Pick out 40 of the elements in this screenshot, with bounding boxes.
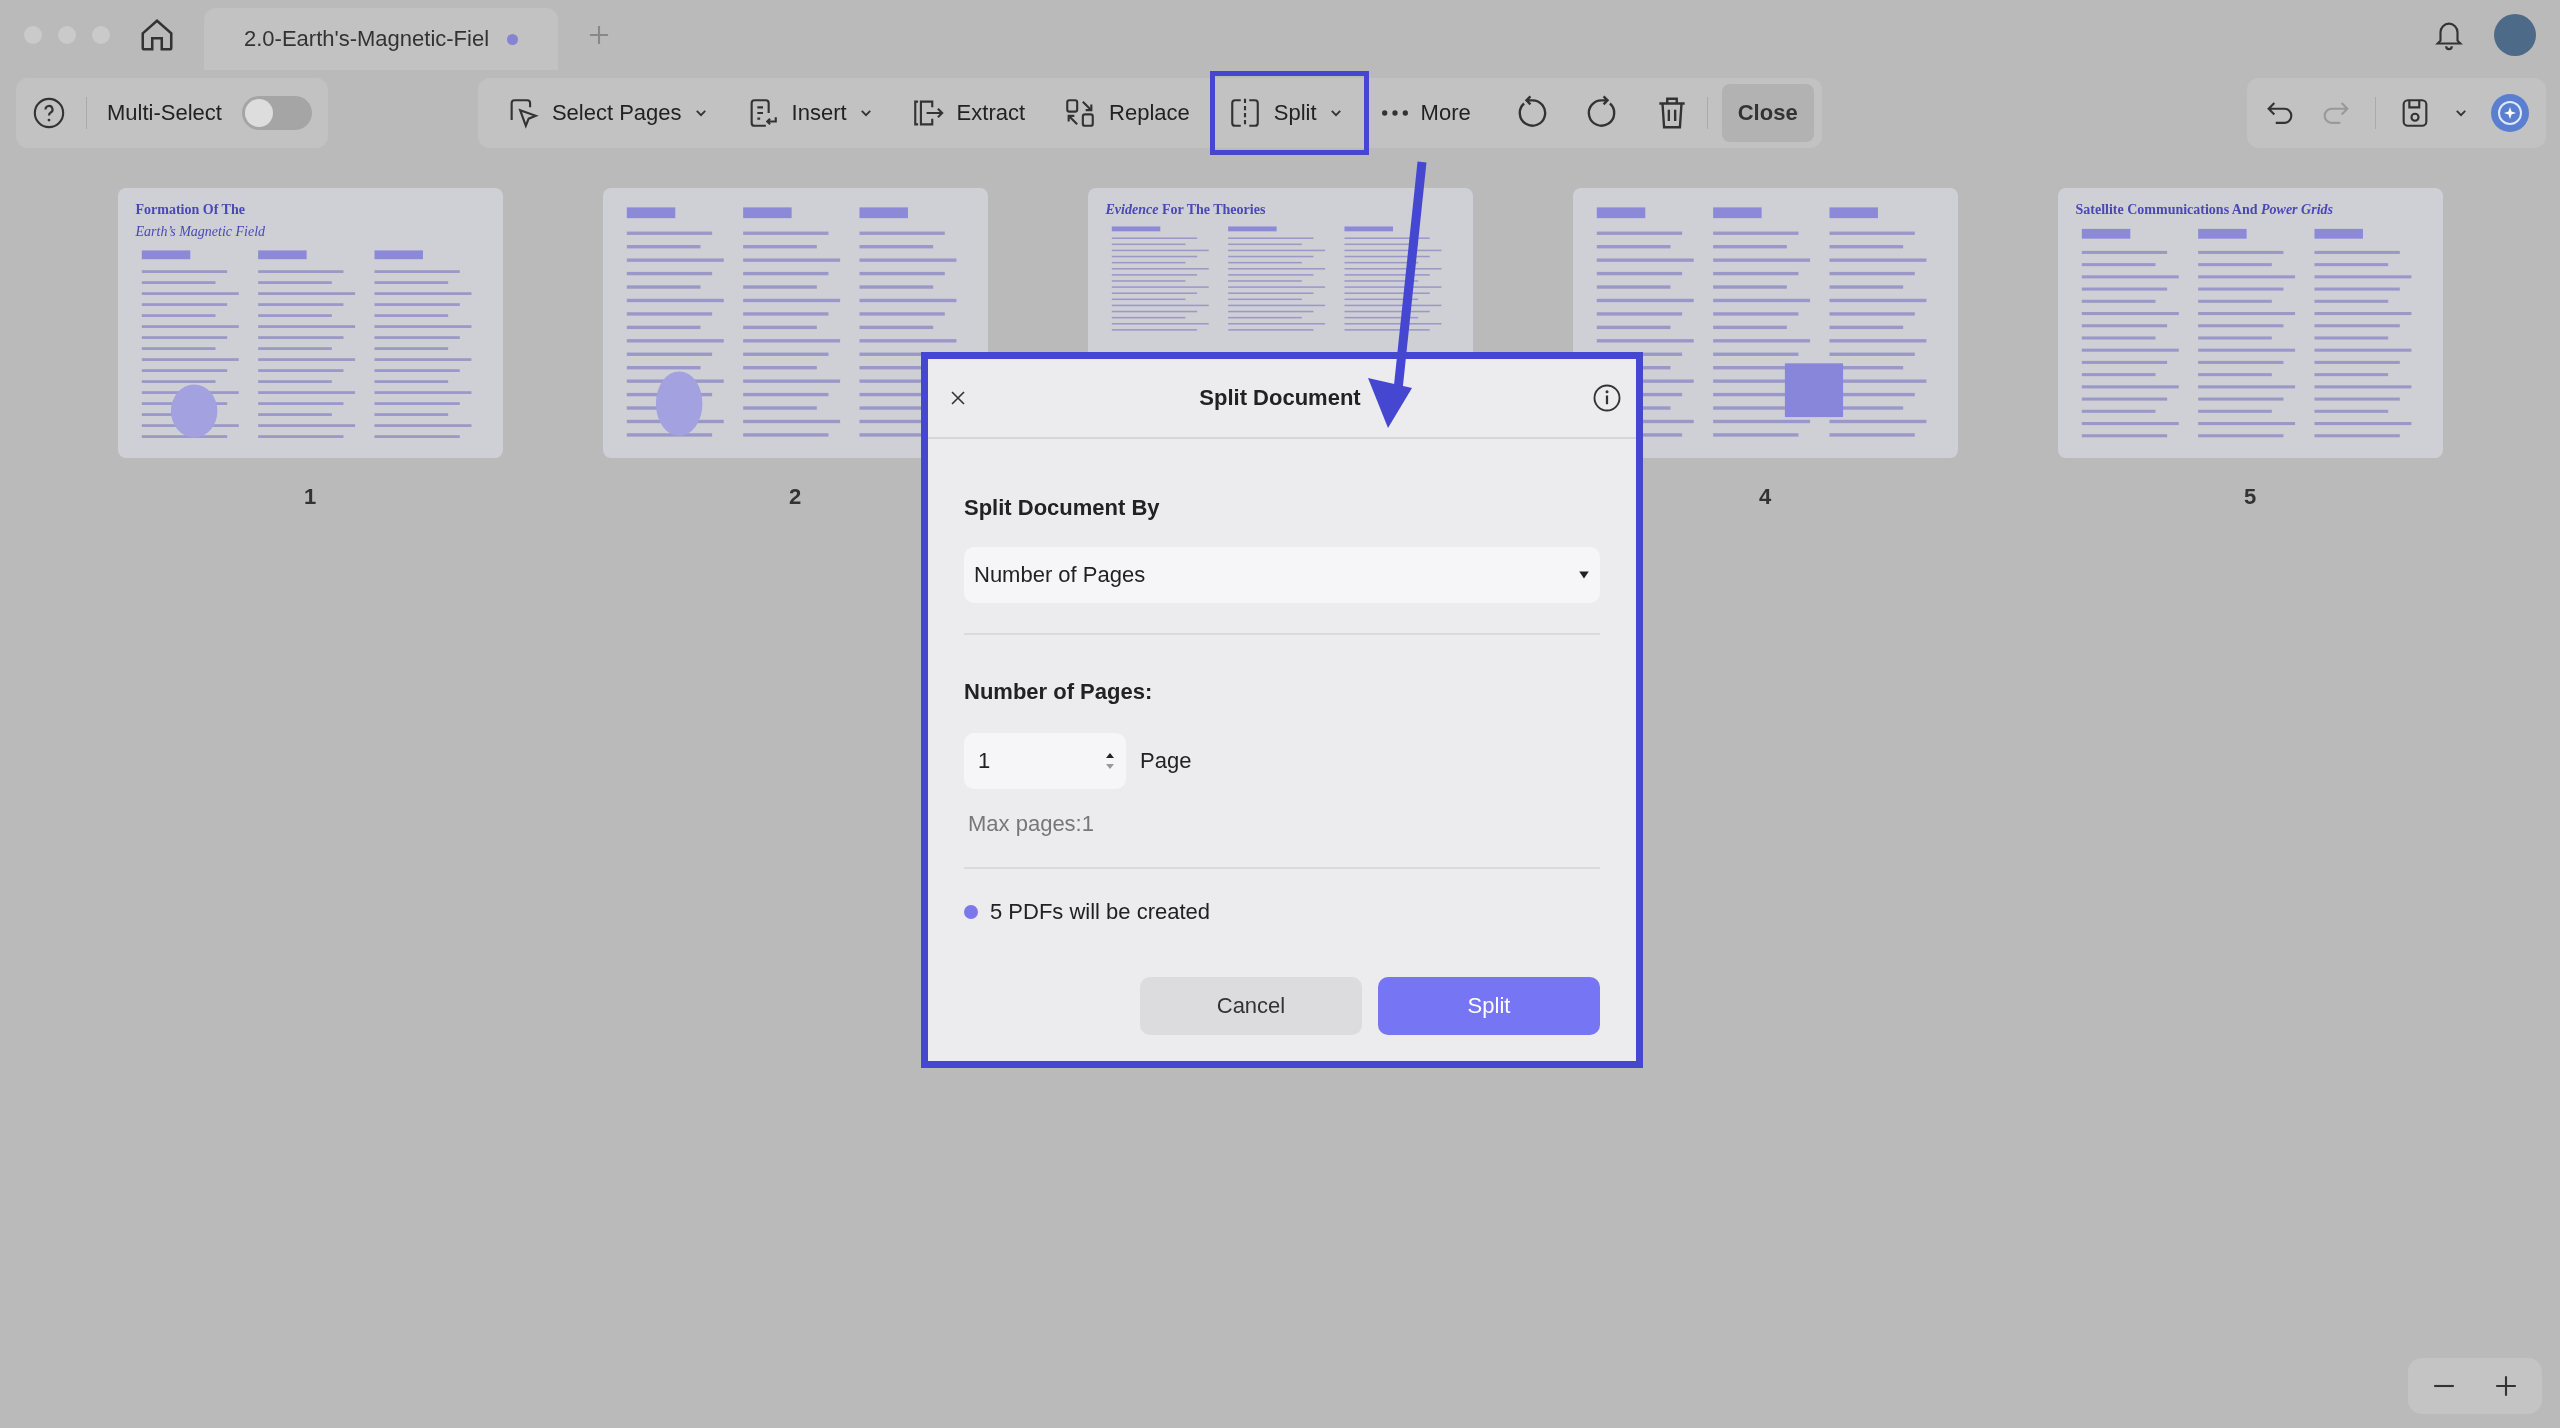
confirm-button[interactable]: Split bbox=[1378, 977, 1600, 1035]
toolbar-button[interactable]: More bbox=[1368, 92, 1483, 134]
section-label: Split Document By bbox=[964, 495, 1161, 521]
unit-label: Page bbox=[1140, 748, 1192, 774]
max-pages-hint: Max pages:1 bbox=[967, 811, 1095, 837]
page-thumbnail[interactable]: Formation Of The Earth’s Magnetic Field bbox=[117, 188, 503, 458]
toolbar-button[interactable]: Replace bbox=[1051, 88, 1202, 138]
page-number: 5 bbox=[2243, 484, 2257, 510]
info-icon[interactable] bbox=[1592, 383, 1622, 413]
home-icon[interactable] bbox=[138, 16, 176, 54]
split-mode-dropdown[interactable]: Number of Pages bbox=[964, 547, 1600, 603]
cancel-button[interactable]: Cancel bbox=[1140, 977, 1362, 1035]
toolbar-button[interactable]: Select Pages bbox=[493, 88, 720, 138]
dialog-title: Split Document bbox=[1199, 385, 1361, 411]
page-title: Formation Of The bbox=[135, 202, 246, 218]
page-number: 4 bbox=[1758, 484, 1772, 510]
page-subtitle: Earth’s Magnetic Field bbox=[135, 224, 267, 240]
page-number: 2 bbox=[788, 484, 802, 510]
page-count-field[interactable]: 1 bbox=[964, 733, 1126, 789]
page-number: 1 bbox=[303, 484, 317, 510]
ai-assistant-icon[interactable] bbox=[2490, 93, 2530, 133]
status-dot bbox=[964, 905, 978, 919]
help-icon[interactable] bbox=[32, 96, 66, 130]
toolbar-button[interactable]: Extract bbox=[898, 88, 1038, 138]
page-thumbnail[interactable] bbox=[1572, 188, 1958, 458]
page-thumbnail[interactable] bbox=[602, 188, 988, 458]
toolbar-button[interactable]: Split bbox=[1215, 88, 1355, 138]
user-avatar[interactable] bbox=[2494, 14, 2536, 56]
page-title: Evidence For The Theories bbox=[1105, 202, 1267, 218]
dropdown-arrow-icon bbox=[1578, 569, 1590, 581]
field-label: Number of Pages: bbox=[964, 679, 1154, 705]
multi-select-label: Multi-Select bbox=[107, 100, 222, 126]
more-icon bbox=[1380, 109, 1409, 117]
multi-select-toggle[interactable] bbox=[241, 96, 312, 130]
close-button[interactable]: Close bbox=[1721, 84, 1814, 142]
toolbar-button[interactable]: Insert bbox=[733, 88, 885, 138]
document-tab[interactable]: 2.0-Earth's-Magnetic-Fiel bbox=[204, 8, 559, 70]
result-message: 5 PDFs will be created bbox=[990, 899, 1211, 925]
page-title: Satellite Communications And Power Grids bbox=[2075, 202, 2334, 218]
page-thumbnail[interactable]: Satellite Communications And Power Grids bbox=[2057, 188, 2443, 458]
